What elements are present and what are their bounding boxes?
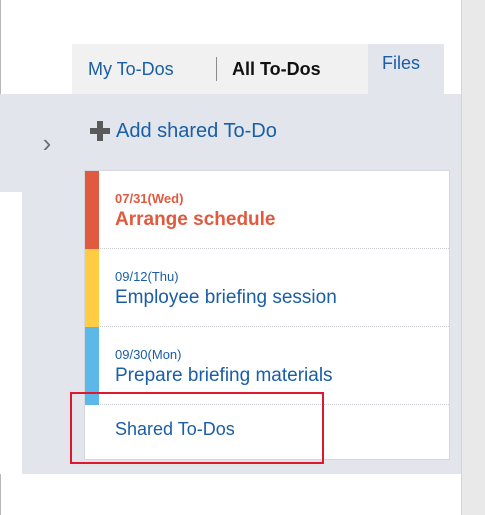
tab-bar: My To-Dos All To-Dos Files bbox=[72, 44, 444, 94]
todo-date: 09/12(Thu) bbox=[115, 269, 179, 284]
add-shared-todo-label: Add shared To-Do bbox=[116, 119, 277, 142]
todo-portlet: My To-Dos All To-Dos Files › Add shared … bbox=[0, 0, 485, 515]
todo-list: 07/31(Wed) Arrange schedule 09/12(Thu) E… bbox=[84, 170, 450, 460]
tab-all-todos[interactable]: All To-Dos bbox=[232, 44, 321, 94]
todo-title[interactable]: Prepare briefing materials bbox=[115, 365, 333, 387]
panel-gap-fill bbox=[0, 94, 22, 192]
plus-icon bbox=[90, 121, 110, 141]
todo-status-bar bbox=[85, 249, 99, 327]
todo-item[interactable]: 09/30(Mon) Prepare briefing materials bbox=[85, 327, 449, 405]
todo-title[interactable]: Arrange schedule bbox=[115, 209, 276, 231]
add-shared-todo-button[interactable]: Add shared To-Do bbox=[90, 116, 277, 146]
todo-date: 07/31(Wed) bbox=[115, 191, 184, 206]
todo-status-bar bbox=[85, 327, 99, 405]
todo-title[interactable]: Employee briefing session bbox=[115, 287, 337, 309]
chevron-right-icon[interactable]: › bbox=[36, 128, 58, 158]
tab-my-todos[interactable]: My To-Dos bbox=[88, 44, 174, 94]
todo-item[interactable]: 07/31(Wed) Arrange schedule bbox=[85, 171, 449, 249]
right-pane bbox=[461, 0, 485, 515]
tab-separator bbox=[216, 57, 217, 81]
panel-gap bbox=[0, 94, 22, 474]
todo-item[interactable]: 09/12(Thu) Employee briefing session bbox=[85, 249, 449, 327]
tab-files[interactable]: Files bbox=[382, 38, 420, 88]
todo-date: 09/30(Mon) bbox=[115, 347, 182, 362]
todo-status-bar bbox=[85, 171, 99, 249]
shared-todos-link[interactable]: Shared To-Dos bbox=[115, 419, 235, 440]
